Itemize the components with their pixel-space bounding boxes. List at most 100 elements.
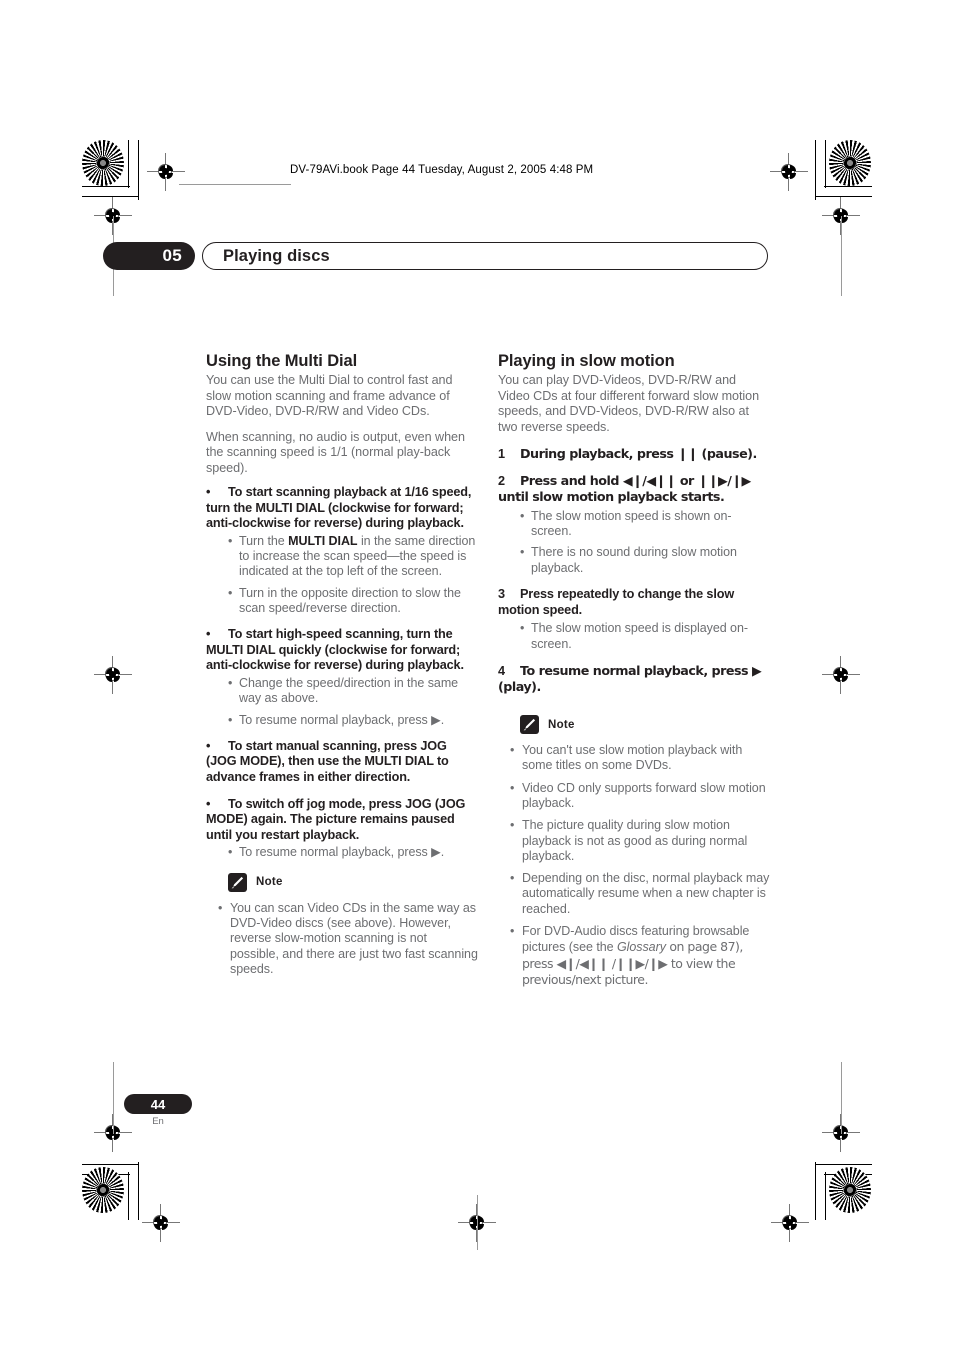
registration-mark-lower-right	[822, 1114, 860, 1152]
list-item: Video CD only supports forward slow moti…	[510, 781, 770, 812]
list-item: Depending on the disc, normal playback m…	[510, 871, 770, 917]
bullet-glyph: •	[206, 796, 211, 811]
list-item: The slow motion speed is shown on-screen…	[520, 509, 770, 540]
list-item: There is no sound during slow motion pla…	[520, 545, 770, 576]
right-section-title: Playing in slow motion	[498, 352, 675, 370]
left-bullet-heading-1: • To start scanning playback at 1/16 spee…	[206, 485, 478, 532]
registration-mark-bottom-right	[771, 1204, 809, 1242]
registration-mark-top-left	[147, 153, 185, 191]
registration-mark-top-right	[770, 153, 808, 191]
list-item: You can't use slow motion playback with …	[510, 743, 770, 774]
step-number: 3	[498, 587, 505, 602]
step-2-text: Press and hold ◀❙/◀❙❙ or ❙❙▶/❙▶ until sl…	[498, 472, 751, 505]
right-column: Playing in slow motion You can play DVD-…	[498, 352, 770, 995]
guide-line-bottom-left-vertical	[113, 1062, 114, 1134]
language-code: En	[152, 1116, 164, 1127]
list-item: You can scan Video CDs in the same way a…	[218, 901, 478, 977]
left-sublist-4: To resume normal playback, press ▶.	[206, 845, 478, 861]
registration-mark-bottom-left	[142, 1204, 180, 1242]
list-item: Change the speed/direction in the same w…	[228, 676, 478, 707]
list-item: Turn the MULTI DIAL in the same directio…	[228, 534, 478, 580]
bullet-glyph: •	[206, 627, 211, 642]
sub-item-pre: Change the speed/direction in the same w…	[239, 675, 459, 706]
right-note-list: You can't use slow motion playback with …	[498, 743, 770, 988]
crop-mark-top-right	[812, 140, 872, 200]
left-bullet-heading-3-text: To start manual scanning, press JOG (JOG…	[206, 738, 449, 785]
guide-line-header-rule	[179, 184, 291, 185]
left-sublist-1: Turn the MULTI DIAL in the same directio…	[206, 534, 478, 616]
registration-mark-middle-right	[822, 656, 860, 694]
list-item: The picture quality during slow motion p…	[510, 818, 770, 864]
step-number: 4	[498, 663, 505, 678]
step-1-text: During playback, press ❙❙ (pause).	[520, 446, 757, 462]
registration-mark-lower-left	[94, 1114, 132, 1152]
pencil-icon	[228, 872, 247, 892]
note-item-pre: The picture quality during slow motion p…	[522, 818, 748, 863]
step-3: 3 Press repeatedly to change the slow mot…	[498, 587, 770, 618]
bullet-glyph: •	[206, 738, 211, 753]
left-column: Using the Multi Dial You can use the Mul…	[206, 352, 478, 984]
registration-mark-upper-left	[94, 197, 132, 235]
note-item-pre: Depending on the disc, normal playback m…	[522, 871, 770, 916]
page-number-badge: 44	[124, 1094, 192, 1114]
right-note-label: Note	[548, 718, 575, 731]
sub-item-pre: To resume normal playback, press ▶.	[239, 845, 445, 860]
note-item-pre: Video CD only supports forward slow moti…	[522, 780, 766, 810]
left-intro-paragraph-1: You can use the Multi Dial to control fa…	[206, 373, 453, 419]
step-2-sublist: The slow motion speed is shown on-screen…	[498, 509, 770, 576]
left-sublist-2: Change the speed/direction in the same w…	[206, 676, 478, 728]
density-target-bottom-right	[829, 1167, 871, 1213]
left-section-title: Using the Multi Dial	[206, 352, 358, 370]
chapter-title: Playing discs	[202, 242, 768, 270]
folio: 44 En	[124, 1094, 192, 1127]
crop-mark-bottom-left	[82, 1160, 142, 1220]
sub-item-bold: MULTI DIAL	[288, 533, 358, 548]
step-3-text: Press repeatedly to change the slow moti…	[498, 587, 735, 617]
slow-motion-steps: 1 During playback, press ❙❙ (pause). 2 Pre…	[498, 446, 770, 696]
crop-mark-bottom-right	[812, 1160, 872, 1220]
list-item: For DVD-Audio discs featuring browsable …	[510, 924, 770, 988]
right-intro-paragraph: You can play DVD-Videos, DVD-R/RW and Vi…	[498, 373, 760, 434]
step-2: 2 Press and hold ◀❙/◀❙❙ or ❙❙▶/❙▶ until s…	[498, 473, 770, 506]
step-4-text: To resume normal playback, press ▶ (play…	[498, 662, 762, 695]
density-target-top-left	[82, 140, 124, 186]
pencil-icon	[520, 715, 539, 735]
note-item-pre: You can't use slow motion playback with …	[522, 743, 743, 773]
guide-line-bottom-right-vertical	[841, 1062, 842, 1134]
step-number: 2	[498, 473, 505, 488]
left-intro-paragraph-2: When scanning, no audio is output, even …	[206, 429, 465, 475]
step-1: 1 During playback, press ❙❙ (pause).	[498, 446, 770, 463]
step-number: 1	[498, 447, 505, 462]
left-bullet-heading-4-text: To switch off jog mode, press JOG (JOG M…	[206, 796, 466, 842]
left-bullet-heading-3: • To start manual scanning, press JOG (JO…	[206, 739, 478, 786]
sub-item-pre: Turn in the opposite direction to slow t…	[239, 585, 461, 615]
sub-item-pre: To resume normal playback, press ▶.	[239, 712, 445, 727]
step-4: 4 To resume normal playback, press ▶ (pla…	[498, 663, 770, 696]
list-item: The slow motion speed is displayed on-sc…	[520, 621, 770, 652]
registration-mark-middle-left	[94, 656, 132, 694]
density-target-top-right	[829, 140, 871, 186]
left-note-header: Note	[228, 872, 478, 892]
right-note-header: Note	[520, 715, 770, 735]
crop-mark-top-left	[82, 140, 142, 200]
guide-line-bottom-center-vertical	[477, 1195, 478, 1250]
density-target-bottom-left	[82, 1167, 124, 1213]
left-note-list: You can scan Video CDs in the same way a…	[206, 901, 478, 977]
chapter-bar: 05 Playing discs	[103, 242, 768, 270]
left-bullet-heading-1-text: To start scanning playback at 1/16 speed…	[206, 484, 472, 531]
chapter-number-badge: 05	[103, 242, 195, 270]
registration-mark-upper-right	[822, 197, 860, 235]
list-item: To resume normal playback, press ▶.	[228, 712, 478, 729]
list-item: Turn in the opposite direction to slow t…	[228, 586, 478, 617]
left-bullet-heading-2-text: To start high-speed scanning, turn the M…	[206, 627, 464, 673]
registration-mark-bottom-center	[458, 1204, 496, 1242]
guide-line-top-right-vertical	[841, 216, 842, 296]
left-note-label: Note	[256, 876, 283, 889]
print-header-text: DV-79AVi.book Page 44 Tuesday, August 2,…	[290, 164, 594, 176]
bullet-glyph: •	[206, 484, 211, 499]
sub-item-pre: Turn the	[239, 533, 289, 548]
note-item-italic: Glossary	[616, 940, 666, 955]
left-bullet-heading-4: • To switch off jog mode, press JOG (JOG …	[206, 797, 478, 844]
step-3-sublist: The slow motion speed is displayed on-sc…	[498, 621, 770, 652]
list-item: To resume normal playback, press ▶.	[228, 845, 478, 861]
